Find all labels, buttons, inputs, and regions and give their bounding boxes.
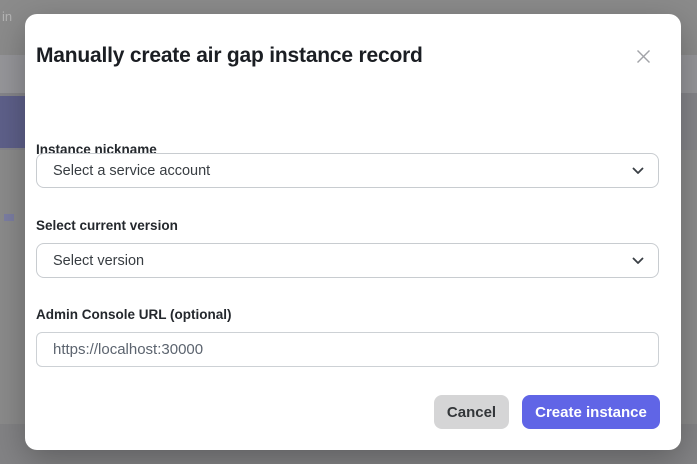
- close-x-glyph: [636, 49, 651, 64]
- current-version-label: Select current version: [36, 218, 178, 233]
- background-selected-row: [0, 96, 25, 148]
- create-airgap-instance-modal: Manually create air gap instance record …: [25, 14, 681, 450]
- background-row-icon: [4, 214, 14, 221]
- admin-console-url-input[interactable]: [36, 332, 659, 367]
- background-text-fragment: in: [2, 9, 12, 24]
- version-select[interactable]: Select version: [36, 243, 659, 278]
- create-instance-button[interactable]: Create instance: [522, 395, 660, 429]
- service-account-select-value: Select a service account: [53, 163, 632, 179]
- chevron-down-icon: [632, 257, 644, 265]
- admin-console-url-label: Admin Console URL (optional): [36, 307, 232, 322]
- chevron-down-icon: [632, 167, 644, 175]
- version-select-value: Select version: [53, 253, 632, 269]
- service-account-select[interactable]: Select a service account: [36, 153, 659, 188]
- cancel-button[interactable]: Cancel: [434, 395, 509, 429]
- close-icon[interactable]: [629, 42, 657, 70]
- modal-title: Manually create air gap instance record: [36, 44, 423, 68]
